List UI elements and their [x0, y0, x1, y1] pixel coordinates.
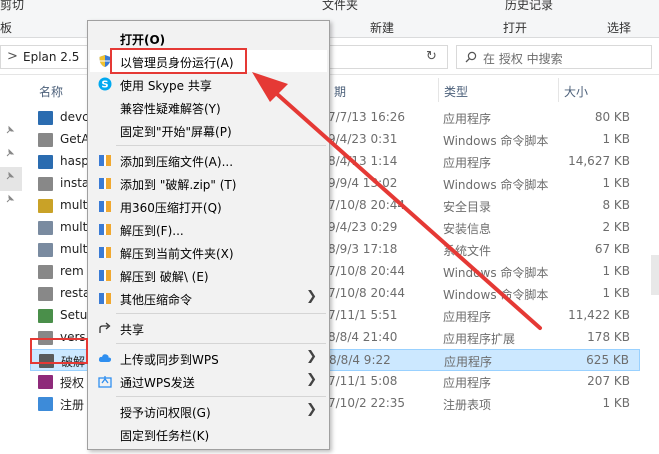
file-explorer-window: 剪切 板 文件夹 新建 打开 选择 历史记录 > Eplan 2.5 ↻ 在 授…	[0, 0, 659, 454]
annotation-arrow	[252, 72, 542, 330]
